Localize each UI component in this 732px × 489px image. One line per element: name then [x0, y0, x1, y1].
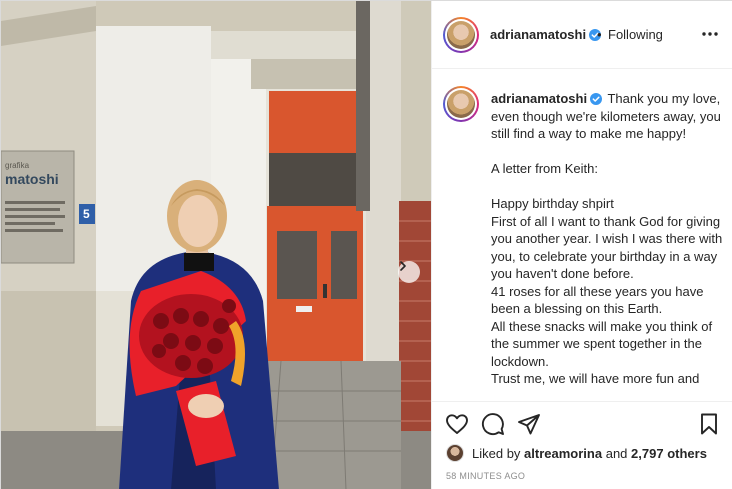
- verified-badge-icon: [590, 93, 603, 105]
- separator-dot: •: [597, 27, 602, 42]
- more-options-icon[interactable]: [700, 26, 720, 42]
- house-number: 5: [83, 207, 90, 221]
- action-bar: [432, 401, 732, 447]
- caption-avatar[interactable]: [443, 86, 479, 122]
- liked-by-count[interactable]: 2,797 others: [631, 446, 707, 461]
- post-caption: adrianamatoshi Thank you my love, even t…: [491, 90, 723, 388]
- post-photo[interactable]: grafika matoshi 5: [1, 1, 431, 489]
- following-button[interactable]: Following: [608, 27, 663, 42]
- next-photo-button[interactable]: [398, 261, 420, 283]
- post-header: adrianamatoshi • Following: [432, 1, 732, 69]
- liked-by-row: Liked by altreamorina and 2,797 others: [446, 442, 707, 464]
- chevron-right-icon: [400, 261, 406, 271]
- sign-small-text: grafika: [5, 161, 30, 170]
- heart-icon[interactable]: [445, 412, 469, 436]
- caption-text: Thank you my love, even though we're kil…: [491, 91, 723, 386]
- header-username[interactable]: adrianamatoshi: [490, 27, 602, 42]
- liker-avatar[interactable]: [446, 444, 464, 462]
- instagram-post: grafika matoshi 5 adrianamatoshi • Follo…: [0, 0, 732, 489]
- caption-username[interactable]: adrianamatoshi: [491, 91, 603, 106]
- comment-bubble-icon[interactable]: [481, 412, 505, 436]
- post-timestamp[interactable]: 58 minutes ago: [446, 471, 525, 481]
- post-side-panel: adrianamatoshi • Following adrianamatosh…: [431, 1, 732, 489]
- avatar[interactable]: [443, 17, 479, 53]
- bookmark-icon[interactable]: [697, 412, 721, 436]
- comments-area[interactable]: adrianamatoshi Thank you my love, even t…: [432, 70, 732, 400]
- sign-brand-text: matoshi: [5, 171, 59, 187]
- liked-by-prefix: Liked by: [472, 445, 521, 461]
- liked-by-user[interactable]: altreamorina: [524, 446, 602, 461]
- paper-plane-icon[interactable]: [517, 412, 541, 436]
- liked-by-and: and: [605, 445, 628, 461]
- photo-illustration: [1, 1, 431, 489]
